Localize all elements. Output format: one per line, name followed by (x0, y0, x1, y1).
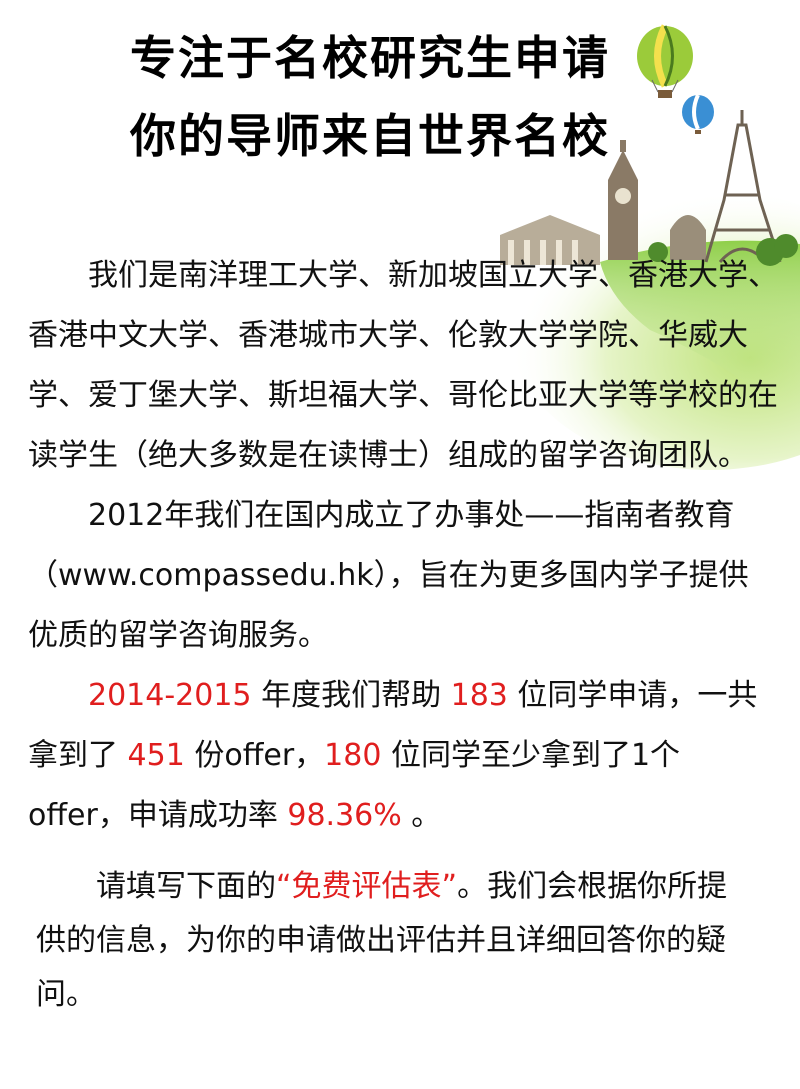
hot-air-balloon-small-icon (682, 94, 714, 134)
intro-paragraph-2: 2012年我们在国内成立了办事处——指南者教育（www.compassedu.h… (28, 498, 749, 653)
stats-paragraph: 2014-2015 年度我们帮助 183 位同学申请，一共拿到了 451 份of… (28, 678, 758, 833)
main-content: 我们是南洋理工大学、新加坡国立大学、香港大学、香港中文大学、香港城市大学、伦敦大… (28, 246, 778, 1022)
year-range: 2014-2015 (88, 678, 252, 713)
students-helped-count: 183 (450, 678, 508, 713)
cta-paragraph: 请填写下面的“免费评估表”。我们会根据你所提供的信息，为你的申请做出评估并且详细… (36, 869, 728, 1012)
success-rate: 98.36% (287, 798, 402, 833)
offers-count: 451 (127, 738, 185, 773)
students-with-offer-count: 180 (324, 738, 382, 773)
free-assessment-form-label: “免费评估表” (276, 869, 458, 904)
hot-air-balloon-icon (637, 24, 693, 98)
intro-paragraph-1: 我们是南洋理工大学、新加坡国立大学、香港大学、香港中文大学、香港城市大学、伦敦大… (28, 258, 778, 473)
big-ben-icon (608, 140, 638, 260)
